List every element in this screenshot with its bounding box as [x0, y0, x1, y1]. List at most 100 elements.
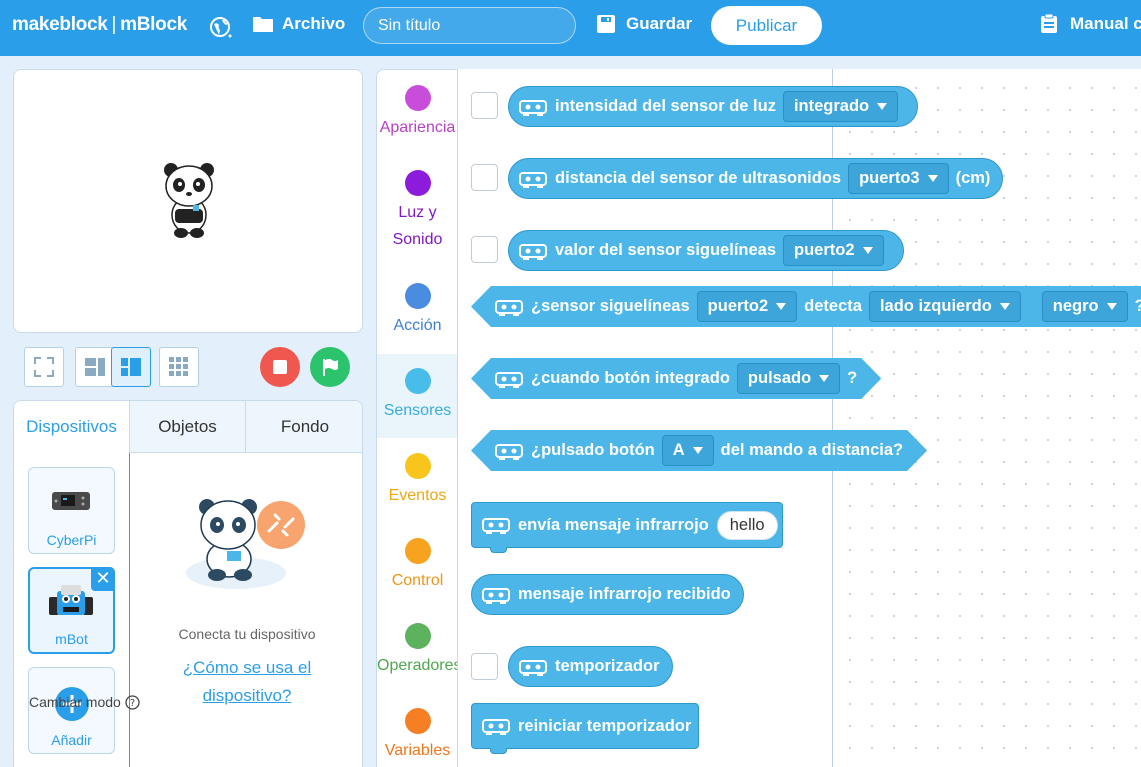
small-stage-icon	[85, 358, 105, 376]
tab-sprites[interactable]: Objetos	[130, 401, 246, 453]
file-menu[interactable]: Archivo	[252, 14, 345, 34]
block-timer[interactable]: temporizador	[508, 646, 673, 687]
globe-icon[interactable]	[209, 16, 233, 40]
category-dot-icon	[404, 85, 431, 111]
robot-icon	[519, 243, 547, 260]
block-connector-notch	[490, 748, 507, 754]
category-dot-icon	[404, 453, 431, 479]
block-text: reiniciar temporizador	[518, 716, 692, 735]
monitor-checkbox[interactable]	[471, 653, 498, 680]
block-dropdown[interactable]: negro	[1042, 291, 1128, 322]
dropdown-arrow-icon	[1107, 303, 1117, 310]
small-stage-button[interactable]	[75, 347, 115, 387]
file-menu-label: Archivo	[282, 14, 346, 33]
category-label: Sensores	[383, 402, 452, 419]
logo: makeblock | mBlock	[12, 14, 187, 36]
panda-sprite[interactable]	[161, 161, 217, 239]
message-input[interactable]: hello	[716, 510, 778, 540]
monitor-checkbox[interactable]	[471, 92, 498, 119]
fullscreen-button[interactable]	[24, 347, 64, 387]
save-button[interactable]: Guardar	[596, 14, 692, 34]
save-label: Guardar	[626, 14, 693, 33]
remove-device-icon[interactable]: ✕	[91, 567, 115, 591]
block-light-sensor[interactable]: intensidad del sensor de luz integrado	[508, 86, 919, 127]
svg-text:?: ?	[130, 698, 135, 709]
top-bar: makeblock | mBlock Archivo Sin título Guar…	[0, 0, 1141, 56]
stage[interactable]	[13, 69, 363, 333]
block-ultrasonic-distance[interactable]: distancia del sensor de ultrasonidos pue…	[508, 158, 1004, 199]
go-flag-button[interactable]	[310, 347, 350, 387]
category-dot-icon	[404, 708, 431, 734]
block-text: ?	[1135, 297, 1141, 316]
help-icon[interactable]: ?	[125, 694, 140, 710]
normal-stage-icon	[121, 358, 141, 376]
add-device-button[interactable]: Añadir	[28, 667, 115, 754]
category-dot-icon	[404, 623, 431, 649]
project-title-input[interactable]: Sin título	[363, 7, 576, 44]
category-light-sound[interactable]: Luz y Sonido	[377, 170, 457, 253]
product-name: mBlock	[120, 14, 188, 35]
robot-icon	[519, 171, 547, 188]
robot-icon	[495, 370, 523, 388]
block-text: valor del sensor siguelíneas	[555, 241, 777, 259]
grid-view-button[interactable]	[159, 347, 199, 387]
robot-icon	[519, 659, 547, 676]
manual-menu[interactable]: Manual c	[1040, 14, 1141, 34]
category-looks[interactable]: Apariencia	[377, 85, 457, 141]
block-dropdown[interactable]: puerto3	[848, 163, 949, 194]
category-label: Apariencia	[379, 119, 456, 136]
category-control[interactable]: Control	[377, 538, 457, 594]
robot-icon	[519, 99, 547, 116]
dropdown-arrow-icon	[776, 303, 786, 310]
tab-backdrop[interactable]: Fondo	[246, 401, 362, 453]
publish-button[interactable]: Publicar	[711, 6, 822, 45]
brand-name: makeblock	[12, 14, 108, 35]
dropdown-value: puerto2	[794, 241, 855, 259]
block-text: del mando a distancia?	[720, 441, 904, 459]
category-sensors[interactable]: Sensores	[377, 354, 457, 438]
device-card-cyberpi[interactable]: CyberPi	[28, 467, 115, 554]
stop-button[interactable]	[260, 347, 300, 387]
block-dropdown[interactable]: puerto2	[783, 235, 884, 266]
manual-label: Manual c	[1070, 14, 1141, 33]
block-send-ir-message[interactable]: envía mensaje infrarrojo hello	[471, 502, 783, 548]
save-icon	[597, 15, 615, 33]
category-operators[interactable]: Operadores	[377, 623, 457, 679]
brand-separator: |	[111, 14, 117, 35]
device-label: mBot	[55, 631, 88, 647]
block-line-follower-detects[interactable]: ¿sensor siguelíneas puerto2 detecta lado…	[471, 286, 1141, 327]
dropdown-value: integrado	[793, 97, 870, 115]
block-dropdown[interactable]: puerto2	[697, 291, 798, 322]
robot-icon	[482, 719, 510, 735]
block-line-follower-value[interactable]: valor del sensor siguelíneas puerto2	[508, 230, 904, 271]
dropdown-arrow-icon	[877, 103, 888, 110]
block-dropdown[interactable]: lado izquierdo	[869, 291, 1021, 322]
category-action[interactable]: Acción	[377, 283, 457, 339]
monitor-checkbox[interactable]	[471, 164, 498, 191]
howto-link[interactable]: ¿Cómo se usa el dispositivo?	[171, 654, 323, 710]
category-label: Control	[391, 572, 444, 589]
monitor-checkbox[interactable]	[471, 236, 498, 263]
device-list: CyberPi ✕ mBot Añadir	[14, 453, 130, 767]
normal-stage-button[interactable]	[111, 347, 151, 387]
change-mode[interactable]: Cambiar modo ?	[29, 694, 140, 710]
category-variables[interactable]: Variables	[377, 708, 457, 764]
tab-devices[interactable]: Dispositivos	[14, 401, 130, 454]
category-dot-icon	[404, 538, 431, 564]
block-dropdown[interactable]: A	[662, 435, 714, 466]
block-onboard-button[interactable]: ¿cuando botón integrado pulsado ?	[471, 358, 881, 399]
block-text: ¿pulsado botón	[531, 441, 655, 459]
block-dropdown[interactable]: pulsado	[737, 363, 840, 394]
device-card-mbot[interactable]: ✕ mBot	[28, 567, 115, 654]
dropdown-arrow-icon	[927, 175, 938, 182]
cyberpi-icon	[52, 492, 90, 510]
block-remote-button[interactable]: ¿pulsado botón A del mando a distancia?	[471, 430, 927, 471]
fullscreen-icon	[34, 357, 54, 377]
category-events[interactable]: Eventos	[377, 453, 457, 509]
block-text: detecta	[804, 297, 862, 315]
block-dropdown[interactable]: integrado	[782, 91, 899, 122]
robot-icon	[495, 442, 523, 460]
block-ir-message-received[interactable]: mensaje infrarrojo recibido	[471, 574, 744, 615]
panda-disconnected-illustration	[186, 499, 305, 589]
block-reset-timer[interactable]: reiniciar temporizador	[471, 703, 699, 749]
